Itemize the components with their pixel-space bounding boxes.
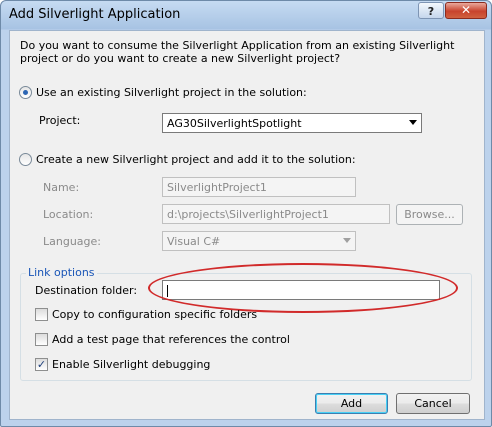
project-combo[interactable]: AG30SilverlightSpotlight <box>162 113 422 133</box>
dialog-client-area: Do you want to consume the Silverlight A… <box>9 30 485 420</box>
project-label: Project: <box>39 114 81 127</box>
title-bar[interactable]: Add Silverlight Application ? ✕ <box>1 1 491 29</box>
help-button[interactable]: ? <box>418 2 444 19</box>
close-button[interactable]: ✕ <box>445 2 487 19</box>
window-title: Add Silverlight Application <box>9 7 181 22</box>
name-field[interactable]: SilverlightProject1 <box>162 177 356 197</box>
link-options-title: Link options <box>26 266 97 279</box>
description-text: Do you want to consume the Silverlight A… <box>20 39 455 65</box>
debugging-label: Enable Silverlight debugging <box>52 358 211 371</box>
chevron-down-icon <box>409 120 417 125</box>
copy-config-checkbox[interactable] <box>35 308 48 321</box>
add-button[interactable]: Add <box>315 393 388 414</box>
use-existing-label: Use an existing Silverlight project in t… <box>36 86 307 99</box>
location-field[interactable]: d:\projects\SilverlightProject1 <box>162 204 390 224</box>
test-page-checkbox[interactable] <box>35 333 48 346</box>
chevron-down-icon <box>343 238 351 243</box>
dialog-window: Add Silverlight Application ? ✕ Do you w… <box>0 0 492 427</box>
use-existing-radio[interactable] <box>19 86 32 99</box>
project-combo-value: AG30SilverlightSpotlight <box>167 117 302 130</box>
create-new-radio[interactable] <box>19 153 32 166</box>
browse-button[interactable]: Browse... <box>396 204 463 225</box>
location-label: Location: <box>43 208 94 221</box>
destination-folder-label: Destination folder: <box>35 284 138 297</box>
language-label: Language: <box>43 235 101 248</box>
test-page-label: Add a test page that references the cont… <box>52 333 290 346</box>
language-combo[interactable]: Visual C# <box>162 231 356 251</box>
debugging-checkbox[interactable]: ✓ <box>35 358 48 371</box>
language-combo-value: Visual C# <box>167 235 221 248</box>
highlight-ellipse <box>148 263 458 313</box>
copy-config-label: Copy to configuration specific folders <box>52 308 258 321</box>
name-label: Name: <box>43 181 80 194</box>
cancel-button[interactable]: Cancel <box>396 393 470 414</box>
create-new-label: Create a new Silverlight project and add… <box>36 153 356 166</box>
